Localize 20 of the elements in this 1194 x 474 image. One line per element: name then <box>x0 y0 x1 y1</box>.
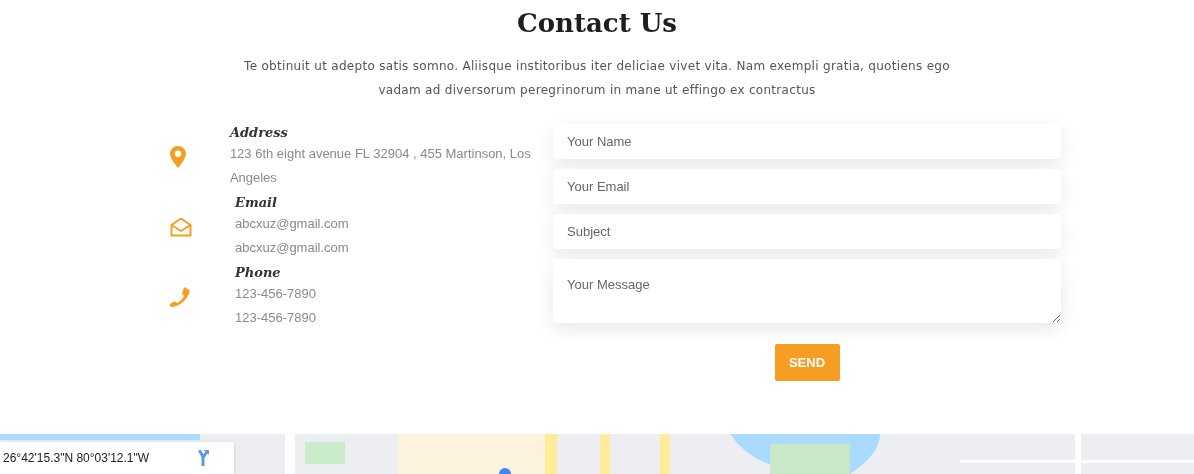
envelope-icon <box>170 217 192 237</box>
coordinates-text: 26°42'15.3"N 80°03'12.1"W <box>3 451 150 465</box>
intro-paragraph: Te obtinuit ut adepto satis somno. Aliisque institoribus iter deliciae vivet vita. Nam exempli gratia, quotiens ego vadam ad diversorum peregrinorum in mane ut effingo ex contractus <box>243 58 951 99</box>
phone-icon <box>170 287 190 307</box>
info-text: abcxuz@gmail.com <box>235 239 349 257</box>
page-title: Contact Us <box>516 7 678 40</box>
input-field[interactable]: Your Name <box>553 124 1061 159</box>
info-text: 123-456-7890 <box>235 309 316 327</box>
directions-icon[interactable] <box>196 450 210 466</box>
location-pin-icon <box>170 146 186 168</box>
info-heading: Email <box>235 194 278 212</box>
send-button[interactable]: SEND <box>774 344 840 381</box>
message-field[interactable]: Your Message <box>553 259 1061 323</box>
info-text: 123 6th eight avenue FL 32904 , 455 Martinson, Los Angeles <box>229 145 532 187</box>
info-text: abcxuz@gmail.com <box>235 215 349 233</box>
info-text: 123-456-7890 <box>235 285 316 303</box>
input-field[interactable]: Subject <box>553 214 1061 249</box>
info-heading: Address <box>229 124 289 142</box>
input-field[interactable]: Your Email <box>553 169 1061 204</box>
info-heading: Phone <box>235 264 282 282</box>
